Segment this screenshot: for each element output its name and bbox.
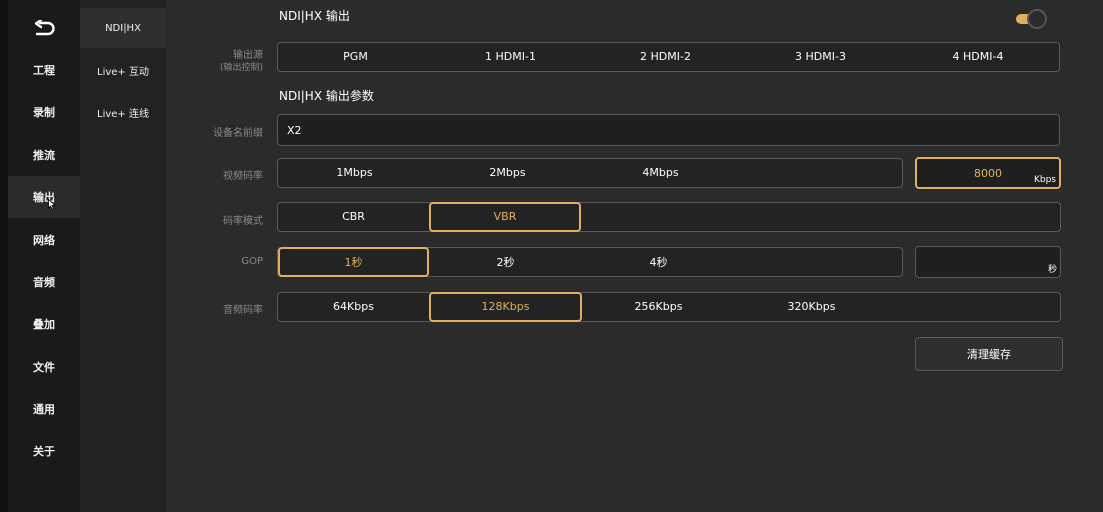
subnav-item-label: NDI|HX	[105, 22, 141, 34]
bitrate-mode-option-vbr[interactable]: VBR	[429, 201, 581, 232]
toggle-knob	[1027, 9, 1047, 29]
bitrate-mode-option-cbr[interactable]: CBR	[278, 202, 429, 232]
nav-item-record[interactable]: 录制	[8, 91, 80, 133]
subnav-item-live-connect[interactable]: Live+ 连线	[80, 92, 166, 132]
video-bitrate-option-1mbps[interactable]: 1Mbps	[278, 158, 431, 188]
video-bitrate-group: 1Mbps 2Mbps 4Mbps	[277, 158, 903, 188]
audio-bitrate-option-64kbps[interactable]: 64Kbps	[278, 292, 429, 322]
nav-item-label: 网络	[33, 234, 55, 247]
nav-item-about[interactable]: 关于	[8, 430, 80, 472]
nav-item-stream[interactable]: 推流	[8, 134, 80, 176]
video-bitrate-option-4mbps[interactable]: 4Mbps	[584, 158, 737, 188]
device-prefix-input[interactable]: X2	[277, 114, 1060, 146]
output-source-option-hdmi-2[interactable]: 2 HDMI-2	[588, 42, 743, 72]
gop-option-2s[interactable]: 2秒	[429, 247, 582, 277]
gop-unit: 秒	[1047, 265, 1057, 275]
gop-option-1s[interactable]: 1秒	[278, 246, 429, 277]
output-source-sublabel: (输出控制)	[219, 63, 263, 73]
bitrate-mode-label: 码率模式	[223, 216, 263, 227]
output-source-option-hdmi-3[interactable]: 3 HDMI-3	[743, 42, 898, 72]
audio-bitrate-option-320kbps[interactable]: 320Kbps	[735, 292, 888, 322]
nav-item-label: 通用	[33, 403, 55, 416]
video-bitrate-option-2mbps[interactable]: 2Mbps	[431, 158, 584, 188]
audio-bitrate-option-128kbps[interactable]: 128Kbps	[429, 291, 582, 322]
audio-bitrate-label: 音频码率	[223, 305, 263, 316]
subnav-item-ndi-hx[interactable]: NDI|HX	[80, 8, 166, 48]
back-arrow-icon	[34, 19, 55, 35]
clear-cache-button[interactable]: 清理缓存	[915, 337, 1063, 371]
nav-item-label: 文件	[33, 361, 55, 374]
mouse-cursor-icon	[48, 199, 56, 210]
gop-label: GOP	[241, 256, 263, 267]
section-title-ndi-params: NDI|HX 输出参数	[279, 89, 374, 103]
nav-item-label: 叠加	[33, 318, 55, 331]
video-bitrate-custom-input[interactable]: 8000 Kbps	[915, 157, 1061, 189]
output-source-group: PGM 1 HDMI-1 2 HDMI-2 3 HDMI-3 4 HDMI-4	[277, 42, 1060, 72]
gop-group: 1秒 2秒 4秒	[277, 246, 903, 277]
nav-item-general[interactable]: 通用	[8, 388, 80, 430]
gop-custom-input[interactable]: 秒	[915, 246, 1061, 278]
nav-item-label: 录制	[33, 106, 55, 119]
bitrate-mode-group: CBR VBR	[277, 201, 1061, 232]
nav-item-label: 工程	[33, 64, 55, 77]
main-nav: 工程 录制 推流 输出 网络 音频 叠加 文件 通用 关于	[8, 0, 80, 512]
section-title-ndi-output: NDI|HX 输出	[279, 9, 350, 23]
video-bitrate-label: 视频码率	[223, 171, 263, 182]
nav-item-files[interactable]: 文件	[8, 346, 80, 388]
nav-item-label: 音频	[33, 276, 55, 289]
audio-bitrate-option-256kbps[interactable]: 256Kbps	[582, 292, 735, 322]
nav-item-label: 关于	[33, 445, 55, 458]
sub-nav: NDI|HX Live+ 互动 Live+ 连线	[80, 0, 166, 512]
nav-item-network[interactable]: 网络	[8, 219, 80, 261]
device-prefix-label: 设备名前缀	[213, 128, 263, 139]
subnav-item-label: Live+ 互动	[97, 66, 149, 78]
app-window: 工程 录制 推流 输出 网络 音频 叠加 文件 通用 关于 NDI|HX Liv…	[8, 0, 1103, 512]
nav-item-overlay[interactable]: 叠加	[8, 303, 80, 345]
subnav-item-live-interact[interactable]: Live+ 互动	[80, 50, 166, 90]
output-source-option-pgm[interactable]: PGM	[278, 42, 433, 72]
ndi-output-toggle[interactable]	[1016, 9, 1048, 29]
gop-option-4s[interactable]: 4秒	[582, 247, 735, 277]
output-source-label: 输出源 (输出控制)	[163, 49, 263, 75]
audio-bitrate-group: 64Kbps 128Kbps 256Kbps 320Kbps	[277, 291, 1061, 322]
output-source-label-text: 输出源	[233, 50, 263, 61]
video-bitrate-unit: Kbps	[1033, 175, 1056, 185]
nav-item-project[interactable]: 工程	[8, 49, 80, 91]
nav-item-label: 推流	[33, 149, 55, 162]
nav-item-audio[interactable]: 音频	[8, 261, 80, 303]
output-source-option-hdmi-1[interactable]: 1 HDMI-1	[433, 42, 588, 72]
nav-item-output[interactable]: 输出	[8, 176, 80, 218]
subnav-item-label: Live+ 连线	[97, 108, 149, 120]
output-source-option-hdmi-4[interactable]: 4 HDMI-4	[898, 42, 1058, 72]
